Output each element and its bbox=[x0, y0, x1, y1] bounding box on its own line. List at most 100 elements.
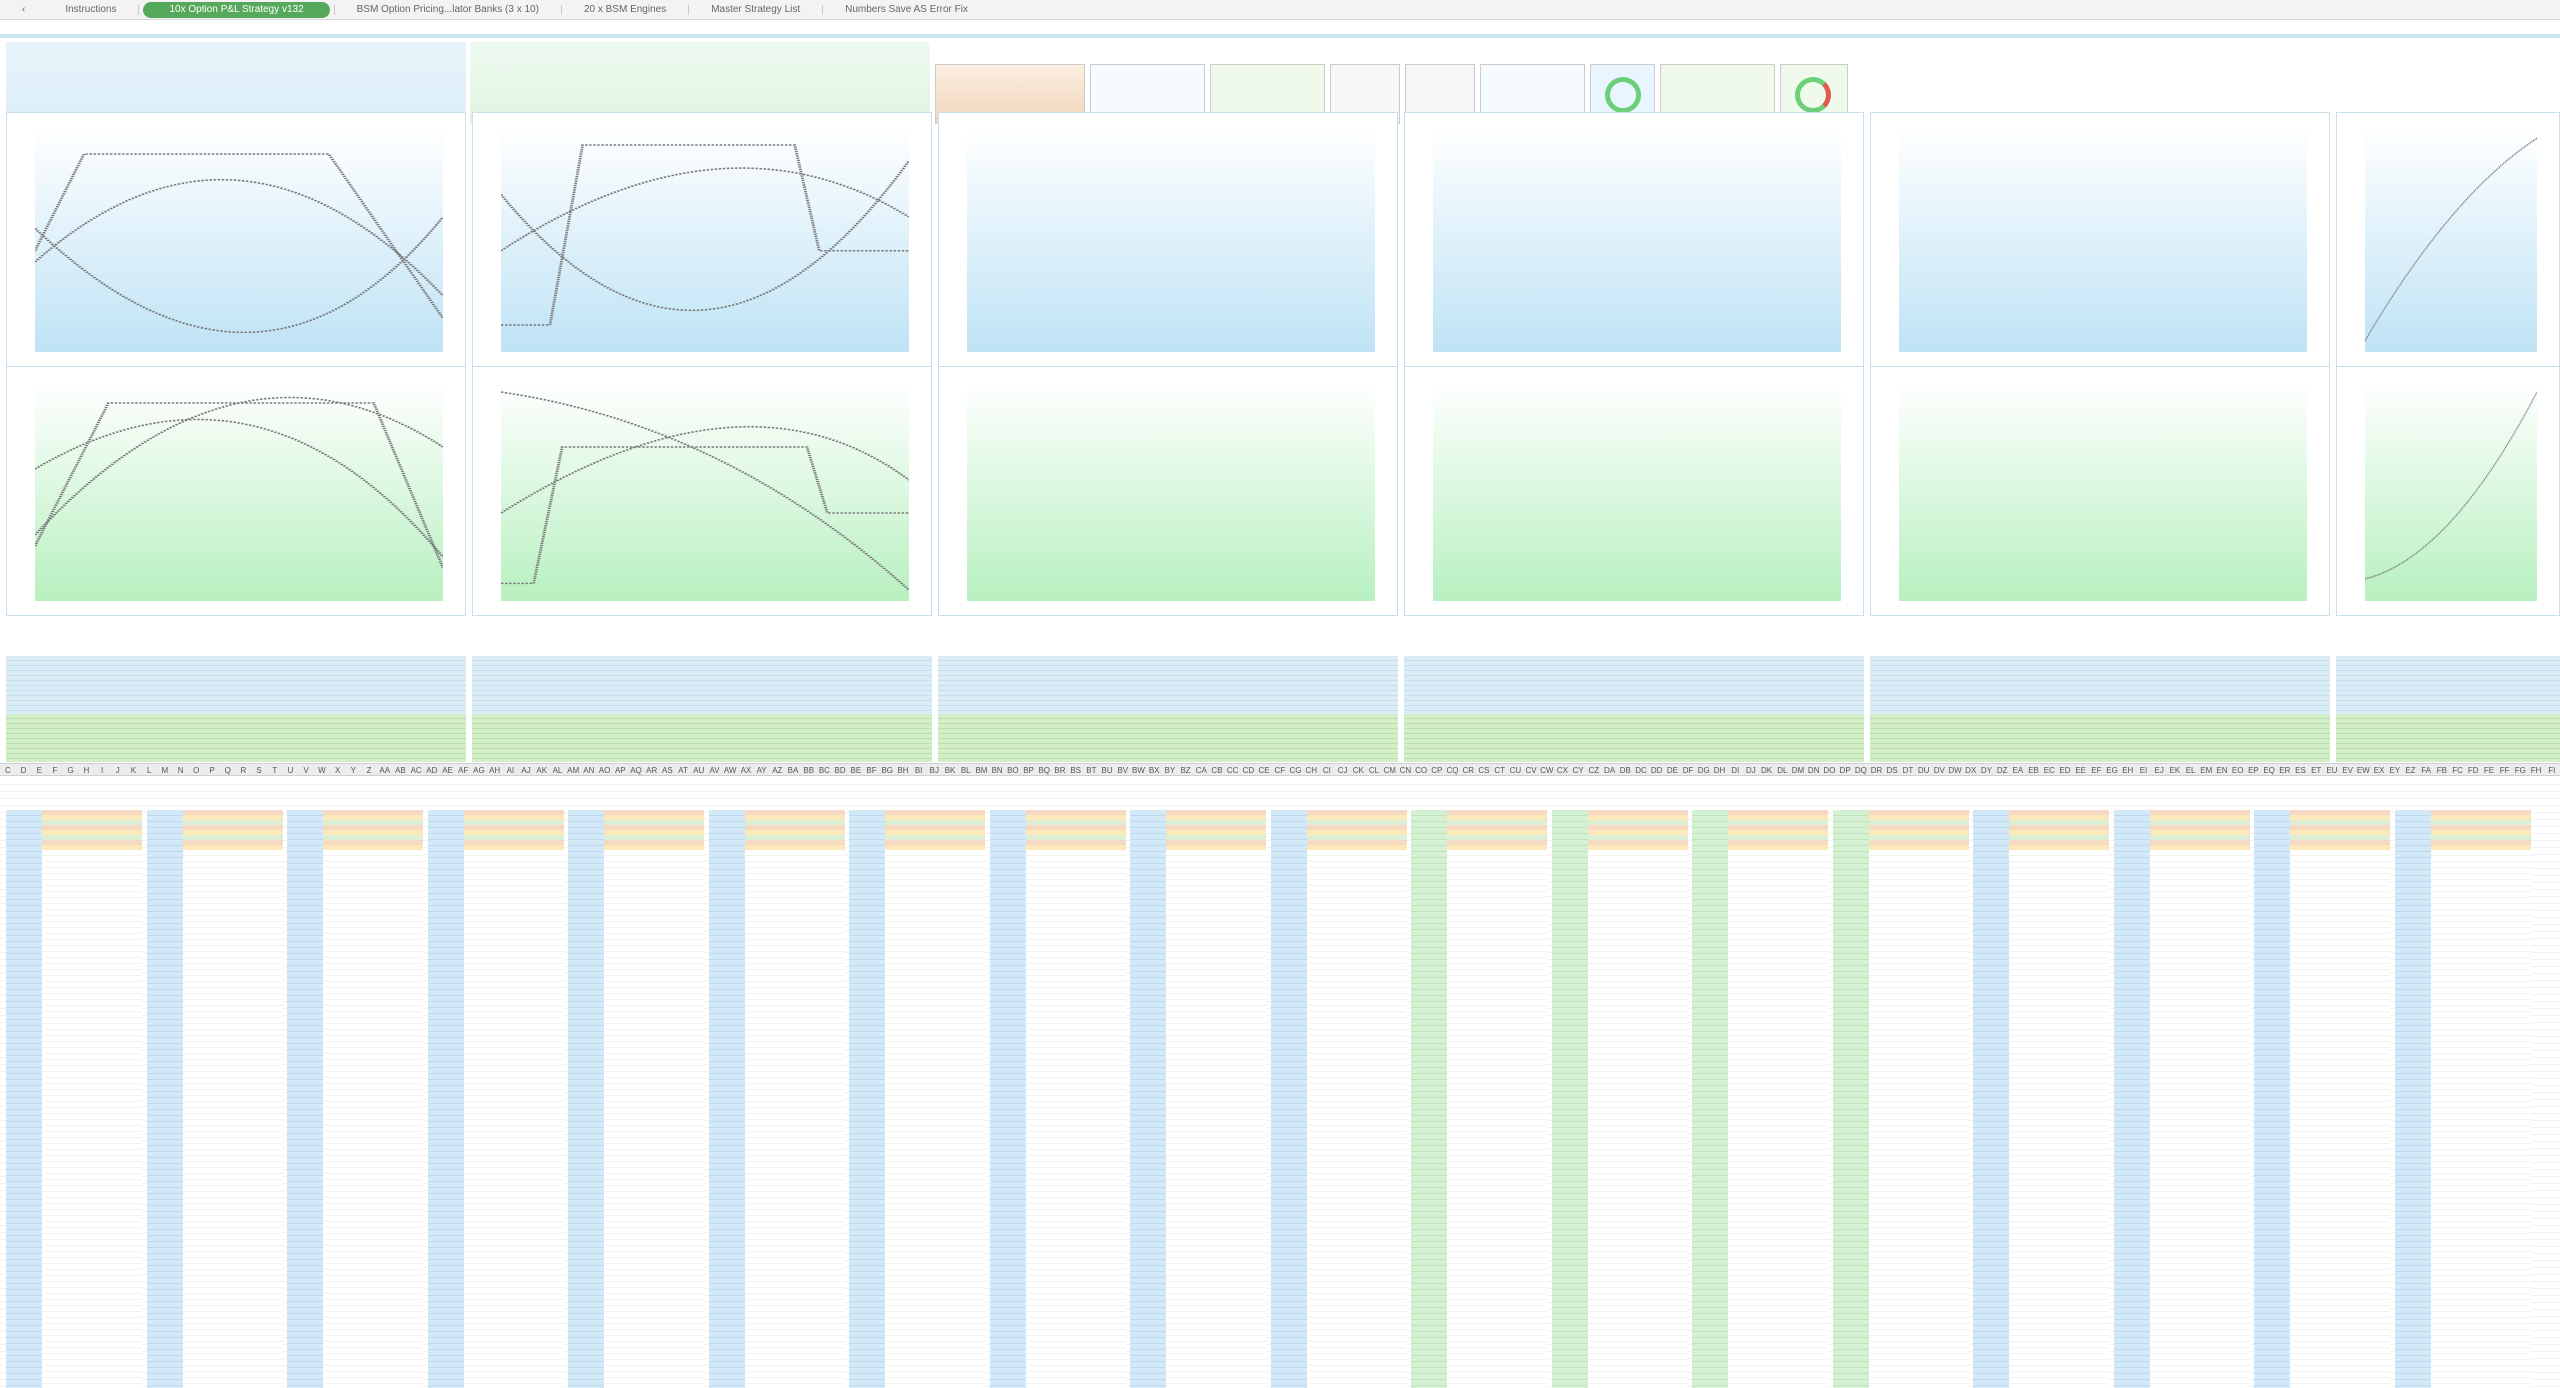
column-header[interactable]: CE bbox=[1256, 764, 1272, 775]
column-header[interactable]: AI bbox=[503, 764, 519, 775]
column-header[interactable]: H bbox=[79, 764, 95, 775]
column-header[interactable]: EX bbox=[2371, 764, 2387, 775]
column-header[interactable]: AJ bbox=[518, 764, 534, 775]
column-header[interactable]: AQ bbox=[628, 764, 644, 775]
column-header[interactable]: DS bbox=[1884, 764, 1900, 775]
column-header[interactable]: BJ bbox=[926, 764, 942, 775]
strategy-table-green[interactable] bbox=[2336, 714, 2560, 762]
column-header[interactable]: X bbox=[330, 764, 346, 775]
column-header[interactable]: BA bbox=[785, 764, 801, 775]
column-header[interactable]: J bbox=[110, 764, 126, 775]
column-header[interactable]: AG bbox=[471, 764, 487, 775]
strategy-data-block[interactable] bbox=[568, 810, 704, 1388]
tab-instructions[interactable]: Instructions bbox=[47, 2, 134, 18]
column-header[interactable]: AF bbox=[455, 764, 471, 775]
column-header[interactable]: DO bbox=[1822, 764, 1838, 775]
column-header[interactable]: CR bbox=[1460, 764, 1476, 775]
strategy-data-block[interactable] bbox=[1270, 810, 1407, 1388]
column-header[interactable]: M bbox=[157, 764, 173, 775]
column-header[interactable]: BR bbox=[1052, 764, 1068, 775]
strategy-data-block[interactable] bbox=[1130, 810, 1266, 1388]
column-header[interactable]: BU bbox=[1099, 764, 1115, 775]
column-header[interactable]: ER bbox=[2277, 764, 2293, 775]
column-header[interactable]: W bbox=[314, 764, 330, 775]
column-header[interactable]: R bbox=[236, 764, 252, 775]
strategy-data-block[interactable] bbox=[2113, 810, 2250, 1388]
column-header[interactable]: EH bbox=[2120, 764, 2136, 775]
column-header[interactable]: DU bbox=[1916, 764, 1932, 775]
column-header[interactable]: FH bbox=[2528, 764, 2544, 775]
column-header[interactable]: BO bbox=[1005, 764, 1021, 775]
column-header[interactable]: DB bbox=[1617, 764, 1633, 775]
column-header[interactable]: DE bbox=[1665, 764, 1681, 775]
column-header[interactable]: EA bbox=[2010, 764, 2026, 775]
strategy-data-block[interactable] bbox=[989, 810, 1126, 1388]
column-header[interactable]: CS bbox=[1476, 764, 1492, 775]
column-header[interactable]: DH bbox=[1712, 764, 1728, 775]
column-header[interactable]: P bbox=[204, 764, 220, 775]
column-header[interactable]: FG bbox=[2513, 764, 2529, 775]
column-header[interactable]: AX bbox=[738, 764, 754, 775]
column-header[interactable]: BT bbox=[1084, 764, 1100, 775]
column-header[interactable]: F bbox=[47, 764, 63, 775]
strategy-table-blue[interactable] bbox=[2336, 656, 2560, 714]
column-header[interactable]: N bbox=[173, 764, 189, 775]
column-header[interactable]: EK bbox=[2167, 764, 2183, 775]
column-header[interactable]: DC bbox=[1633, 764, 1649, 775]
column-header[interactable]: DK bbox=[1759, 764, 1775, 775]
strategy-data-block[interactable] bbox=[146, 810, 283, 1388]
column-header[interactable]: BV bbox=[1115, 764, 1131, 775]
column-header[interactable]: T bbox=[267, 764, 283, 775]
column-header[interactable]: FF bbox=[2497, 764, 2513, 775]
column-header[interactable]: C bbox=[0, 764, 16, 775]
column-header[interactable]: EE bbox=[2073, 764, 2089, 775]
column-header[interactable]: D bbox=[16, 764, 32, 775]
column-header[interactable]: CU bbox=[1508, 764, 1524, 775]
column-header[interactable]: DG bbox=[1696, 764, 1712, 775]
column-header[interactable]: G bbox=[63, 764, 79, 775]
column-header[interactable]: AV bbox=[707, 764, 723, 775]
tab-10x-option-pl-strategy[interactable]: 10x Option P&L Strategy v132 bbox=[143, 1, 330, 18]
column-header[interactable]: DY bbox=[1979, 764, 1995, 775]
column-header[interactable]: CO bbox=[1413, 764, 1429, 775]
pl-chart-panel[interactable] bbox=[2336, 112, 2560, 367]
column-header[interactable]: AS bbox=[660, 764, 676, 775]
pl-chart-panel[interactable] bbox=[6, 366, 466, 616]
column-header[interactable]: V bbox=[298, 764, 314, 775]
column-header[interactable]: CW bbox=[1539, 764, 1555, 775]
column-header[interactable]: Z bbox=[361, 764, 377, 775]
column-header[interactable]: U bbox=[283, 764, 299, 775]
column-header[interactable]: BK bbox=[942, 764, 958, 775]
pl-chart-panel[interactable] bbox=[472, 366, 932, 616]
column-header[interactable]: BD bbox=[832, 764, 848, 775]
pl-chart-panel[interactable] bbox=[938, 366, 1398, 616]
strategy-data-block[interactable] bbox=[2394, 810, 2531, 1388]
column-header[interactable]: Y bbox=[345, 764, 361, 775]
column-header[interactable]: AW bbox=[722, 764, 738, 775]
column-header[interactable]: DM bbox=[1790, 764, 1806, 775]
column-header[interactable]: EI bbox=[2136, 764, 2152, 775]
tab-numbers-save-as-error-fix[interactable]: Numbers Save AS Error Fix bbox=[827, 2, 986, 18]
strategy-data-block[interactable] bbox=[849, 810, 985, 1388]
column-header[interactable]: FA bbox=[2418, 764, 2434, 775]
column-header[interactable]: DD bbox=[1649, 764, 1665, 775]
column-header[interactable]: CV bbox=[1523, 764, 1539, 775]
column-header[interactable]: CZ bbox=[1586, 764, 1602, 775]
column-header[interactable]: EB bbox=[2026, 764, 2042, 775]
column-header[interactable]: EO bbox=[2230, 764, 2246, 775]
strategy-data-block[interactable] bbox=[1411, 810, 1547, 1388]
column-header[interactable]: CQ bbox=[1445, 764, 1461, 775]
column-header[interactable]: FE bbox=[2481, 764, 2497, 775]
column-header[interactable]: BZ bbox=[1178, 764, 1194, 775]
column-header[interactable]: CI bbox=[1319, 764, 1335, 775]
column-header[interactable]: DW bbox=[1947, 764, 1963, 775]
column-header[interactable]: ET bbox=[2308, 764, 2324, 775]
strategy-data-block[interactable] bbox=[287, 810, 423, 1388]
column-header[interactable]: FC bbox=[2450, 764, 2466, 775]
column-header[interactable]: CX bbox=[1555, 764, 1571, 775]
column-header[interactable]: BY bbox=[1162, 764, 1178, 775]
strategy-data-block[interactable] bbox=[2254, 810, 2390, 1388]
column-header[interactable]: ES bbox=[2293, 764, 2309, 775]
strategy-table-blue[interactable] bbox=[6, 656, 466, 714]
column-header[interactable]: DP bbox=[1837, 764, 1853, 775]
